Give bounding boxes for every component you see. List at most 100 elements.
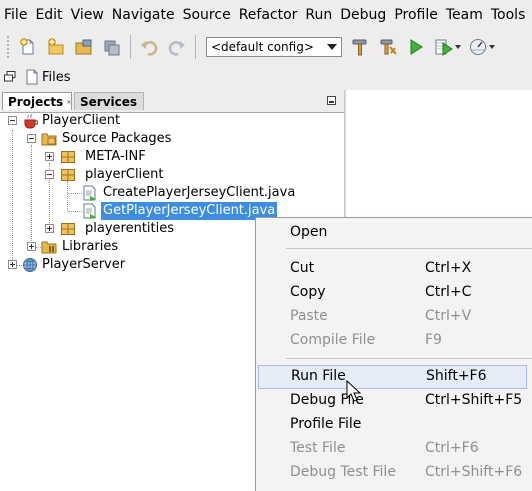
menu-item-shortcut: Shift+F6 <box>426 368 487 384</box>
toolbar-separator <box>130 35 131 59</box>
menu-profile[interactable]: Profile <box>390 0 442 30</box>
collapse-toggle[interactable] <box>27 134 36 143</box>
tree-label: PlayerClient <box>42 113 121 128</box>
package-icon <box>61 223 75 235</box>
tree-node-player-client-package[interactable]: playerClient <box>0 166 344 184</box>
collapse-toggle[interactable] <box>45 170 54 179</box>
tree-label: CreatePlayerJerseyClient.java <box>103 185 296 200</box>
menu-separator <box>286 248 532 249</box>
files-title[interactable]: Files <box>42 70 71 85</box>
menu-item-label: Debug Test File <box>290 464 396 480</box>
expand-toggle[interactable] <box>45 224 54 233</box>
source-folder-icon <box>41 133 57 146</box>
build-button[interactable] <box>346 33 374 61</box>
menu-item-shortcut: Ctrl+Shift+F6 <box>425 464 523 480</box>
menu-item-cut[interactable]: Cut Ctrl+X <box>256 257 532 281</box>
clean-build-icon <box>380 39 397 55</box>
debug-icon <box>435 39 453 56</box>
toolbar-grip[interactable] <box>6 35 10 59</box>
tree-node-meta-inf[interactable]: META-INF <box>0 148 344 166</box>
tab-services[interactable]: Services <box>74 92 144 110</box>
debug-project-button[interactable] <box>430 33 464 61</box>
expand-toggle[interactable] <box>45 152 54 161</box>
package-icon <box>61 151 75 163</box>
tree-node-source-packages[interactable]: Source Packages <box>0 130 344 148</box>
panel-tabs: Projects Services <box>0 90 344 113</box>
menu-tools[interactable]: Tools <box>487 0 530 30</box>
clean-build-button[interactable] <box>374 33 402 61</box>
tree-label: playerentities <box>85 221 175 236</box>
menu-file[interactable]: File <box>0 0 31 30</box>
menu-item-shortcut: Ctrl+F6 <box>425 440 479 456</box>
files-bar: Files <box>0 64 532 90</box>
tree-label: Source Packages <box>62 131 172 146</box>
menu-item-shortcut: F9 <box>425 332 442 348</box>
menu-run[interactable]: Run <box>301 0 336 30</box>
menu-item-label: Test File <box>290 440 346 456</box>
menu-item-label: Compile File <box>290 332 376 348</box>
close-icon[interactable] <box>67 98 71 106</box>
expand-toggle[interactable] <box>27 242 36 251</box>
java-file-icon <box>83 203 96 219</box>
file-icon <box>26 69 38 85</box>
new-project-button[interactable] <box>42 33 70 61</box>
menu-debug[interactable]: Debug <box>336 0 390 30</box>
tree-node-create-file[interactable]: CreatePlayerJerseyClient.java <box>0 184 344 202</box>
menu-item-label: Profile File <box>290 416 362 432</box>
java-file-icon <box>83 185 96 201</box>
menu-item-debug-test-file: Debug Test File Ctrl+Shift+F6 <box>256 461 532 485</box>
tree-node-player-client[interactable]: PlayerClient <box>0 112 344 130</box>
expand-toggle[interactable] <box>8 260 17 269</box>
menu-team[interactable]: Team <box>442 0 487 30</box>
menu-item-compile-file: Compile File F9 <box>256 329 532 353</box>
menu-item-debug-file[interactable]: Debug File Ctrl+Shift+F5 <box>256 389 532 413</box>
hammer-icon <box>352 39 367 56</box>
libraries-folder-icon <box>41 241 57 254</box>
menu-item-profile-file[interactable]: Profile File <box>256 413 532 437</box>
menu-item-copy[interactable]: Copy Ctrl+C <box>256 281 532 305</box>
menu-item-label: Run File <box>291 368 346 384</box>
new-file-icon <box>20 38 34 55</box>
save-all-button[interactable] <box>98 33 126 61</box>
tree-label: META-INF <box>85 149 146 164</box>
redo-button[interactable] <box>163 33 191 61</box>
run-project-button[interactable] <box>402 33 430 61</box>
menu-item-paste: Paste Ctrl+V <box>256 305 532 329</box>
configuration-value: <default config> <box>211 40 314 54</box>
open-project-button[interactable] <box>70 33 98 61</box>
profile-project-button[interactable] <box>464 33 498 61</box>
tree-label: playerClient <box>85 167 164 182</box>
menu-item-shortcut: Ctrl+X <box>425 260 472 276</box>
toolbar-separator <box>195 35 196 59</box>
menu-item-test-file: Test File Ctrl+F6 <box>256 437 532 461</box>
menu-item-run-file[interactable]: Run File Shift+F6 <box>258 365 527 389</box>
menu-edit[interactable]: Edit <box>31 0 66 30</box>
restore-window-icon[interactable] <box>3 70 17 84</box>
tree-label-selected: GetPlayerJerseyClient.java <box>101 202 278 220</box>
menu-navigate[interactable]: Navigate <box>108 0 179 30</box>
web-project-icon <box>23 258 37 272</box>
menu-item-shortcut: Ctrl+V <box>425 308 472 324</box>
collapse-toggle[interactable] <box>8 116 17 125</box>
menu-item-label: Cut <box>290 260 315 276</box>
tab-projects-label: Projects <box>8 94 64 109</box>
minimize-button[interactable] <box>327 96 336 105</box>
tab-services-label: Services <box>80 94 138 109</box>
new-project-icon <box>48 38 64 55</box>
tab-projects[interactable]: Projects <box>2 92 72 110</box>
configuration-select[interactable]: <default config> <box>206 37 342 57</box>
chevron-down-icon <box>327 44 337 50</box>
menu-view[interactable]: View <box>67 0 108 30</box>
menu-item-open[interactable]: Open <box>256 221 532 245</box>
tree-label: Libraries <box>62 239 119 254</box>
mouse-pointer-icon <box>346 380 362 402</box>
java-project-icon <box>24 113 38 129</box>
menu-source[interactable]: Source <box>179 0 235 30</box>
run-icon <box>410 39 423 55</box>
menu-item-shortcut: Ctrl+C <box>425 284 472 300</box>
menu-item-shortcut: Ctrl+Shift+F5 <box>425 392 523 408</box>
new-file-button[interactable] <box>14 33 42 61</box>
menu-refactor[interactable]: Refactor <box>235 0 302 30</box>
save-all-icon <box>104 40 120 56</box>
undo-button[interactable] <box>135 33 163 61</box>
